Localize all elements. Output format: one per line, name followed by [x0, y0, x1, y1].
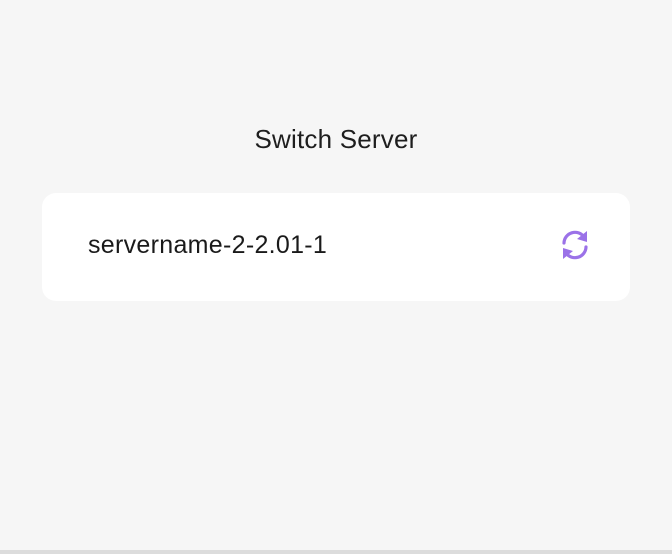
server-name: servername-2-2.01-1	[88, 231, 328, 259]
bottom-divider	[0, 550, 672, 554]
switch-server-screen: Switch Server servername-2-2.01-1	[0, 0, 672, 554]
server-card[interactable]: servername-2-2.01-1	[42, 193, 630, 301]
refresh-icon	[562, 230, 588, 260]
page-title: Switch Server	[254, 124, 418, 154]
refresh-button[interactable]	[556, 226, 594, 264]
